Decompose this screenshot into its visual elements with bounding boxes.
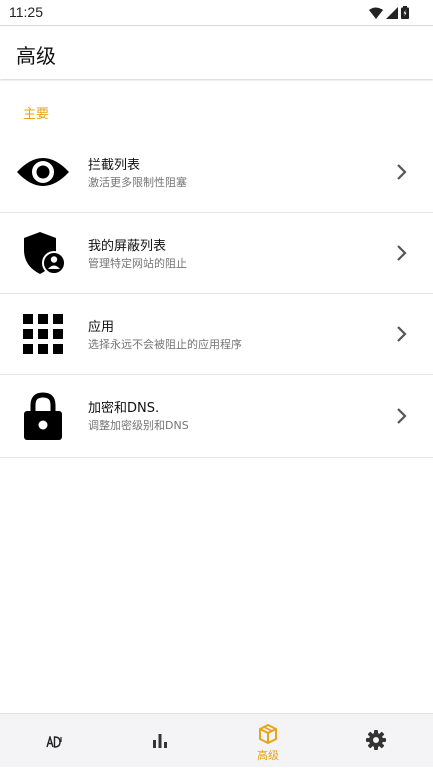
eye-icon — [14, 146, 72, 198]
list-item-title: 我的屏蔽列表 — [88, 239, 167, 254]
list-item-my-blocklist[interactable]: 我的屏蔽列表 管理特定网站的阻止 — [0, 213, 433, 294]
lock-icon — [14, 390, 72, 442]
nav-item-ad-block[interactable] — [0, 714, 108, 768]
chevron-right-icon — [395, 163, 409, 181]
cube-icon — [257, 723, 279, 749]
app-bar: 高级 — [0, 26, 433, 79]
list-item-encryption-dns[interactable]: 加密和DNS. 调整加密级别和DNS — [0, 375, 433, 458]
list-item-subtitle: 管理特定网站的阻止 — [88, 257, 187, 270]
bar-chart-icon — [152, 733, 168, 752]
nav-label-advanced: 高级 — [257, 749, 279, 762]
system-icons — [369, 5, 409, 21]
status-bar: 11:25 — [0, 0, 433, 26]
list-item-blocklists[interactable]: 拦截列表 激活更多限制性阻塞 — [0, 132, 433, 213]
shield-user-icon — [14, 227, 72, 279]
battery-icon — [401, 4, 409, 23]
page-title: 高级 — [16, 44, 56, 68]
chevron-right-icon — [395, 325, 409, 343]
list-item-title: 应用 — [88, 320, 115, 335]
apps-grid-icon — [14, 308, 72, 360]
chevron-right-icon — [395, 407, 409, 425]
list-item-subtitle: 选择永远不会被阻止的应用程序 — [88, 338, 242, 351]
chevron-right-icon — [395, 244, 409, 262]
list-item-subtitle: 调整加密级别和DNS — [88, 419, 189, 432]
list-item-title: 拦截列表 — [88, 158, 141, 173]
section-label: 主要 — [23, 107, 50, 122]
nav-item-advanced[interactable]: 高级 — [214, 714, 322, 768]
list-item-title: 加密和DNS. — [88, 401, 160, 416]
signal-icon — [386, 4, 398, 23]
nav-item-settings[interactable] — [322, 714, 430, 768]
bottom-navigation: 高级 — [0, 713, 433, 767]
list-item-subtitle: 激活更多限制性阻塞 — [88, 176, 187, 189]
ad-block-icon — [46, 733, 62, 752]
wifi-icon — [369, 4, 383, 23]
list-item-apps[interactable]: 应用 选择永远不会被阻止的应用程序 — [0, 294, 433, 375]
gear-icon — [366, 730, 386, 754]
nav-item-stats[interactable] — [106, 714, 214, 768]
status-time: 11:25 — [9, 4, 43, 20]
